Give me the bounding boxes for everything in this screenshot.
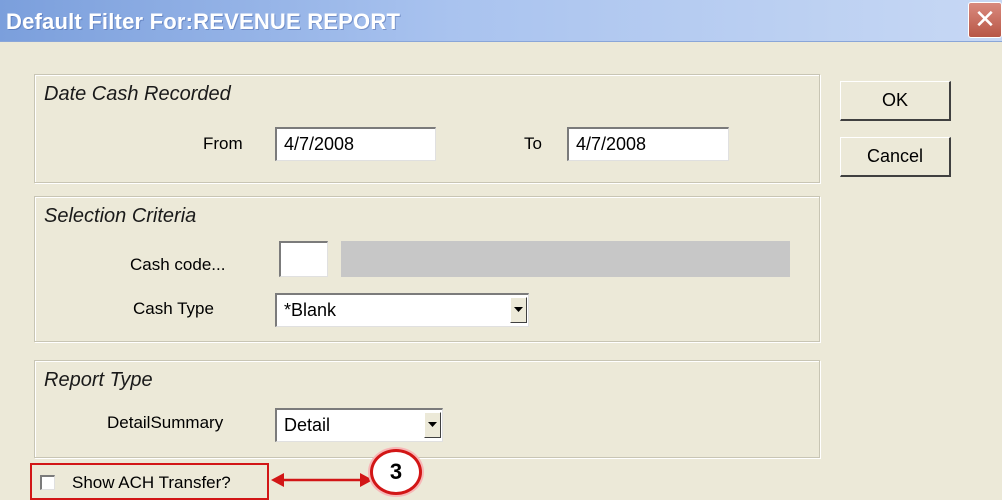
from-date-input[interactable]: 4/7/2008 bbox=[275, 127, 436, 161]
chevron-down-icon[interactable] bbox=[510, 297, 527, 323]
show-ach-transfer-label: Show ACH Transfer? bbox=[72, 473, 231, 492]
report-type-title: Report Type bbox=[44, 369, 153, 391]
close-button[interactable]: ✕ bbox=[968, 2, 1002, 38]
detail-summary-label: DetailSummary bbox=[107, 413, 224, 432]
step-number-badge: 3 bbox=[370, 449, 422, 495]
close-icon: ✕ bbox=[974, 5, 996, 35]
cash-type-label: Cash Type bbox=[133, 299, 214, 318]
title-bar: Default Filter For:REVENUE REPORT ✕ bbox=[0, 0, 1002, 42]
callout-arrow-icon bbox=[271, 473, 373, 487]
detail-summary-value: Detail bbox=[284, 415, 331, 435]
ok-button[interactable]: OK bbox=[840, 81, 951, 121]
cash-type-dropdown[interactable]: *Blank bbox=[275, 293, 529, 327]
to-date-input[interactable]: 4/7/2008 bbox=[567, 127, 729, 161]
to-label: To bbox=[524, 134, 542, 153]
date-cash-recorded-title: Date Cash Recorded bbox=[44, 83, 231, 105]
from-label: From bbox=[203, 134, 243, 153]
detail-summary-dropdown[interactable]: Detail bbox=[275, 408, 443, 442]
window-title: Default Filter For:REVENUE REPORT bbox=[6, 9, 401, 34]
cash-code-input[interactable] bbox=[279, 241, 328, 277]
cash-code-label: Cash code... bbox=[130, 255, 226, 274]
selection-criteria-title: Selection Criteria bbox=[44, 205, 197, 227]
show-ach-transfer-checkbox[interactable] bbox=[40, 475, 55, 490]
cash-type-value: *Blank bbox=[284, 300, 337, 320]
cancel-button[interactable]: Cancel bbox=[840, 137, 951, 177]
cash-code-description-field bbox=[341, 241, 790, 277]
chevron-down-icon[interactable] bbox=[424, 412, 441, 438]
